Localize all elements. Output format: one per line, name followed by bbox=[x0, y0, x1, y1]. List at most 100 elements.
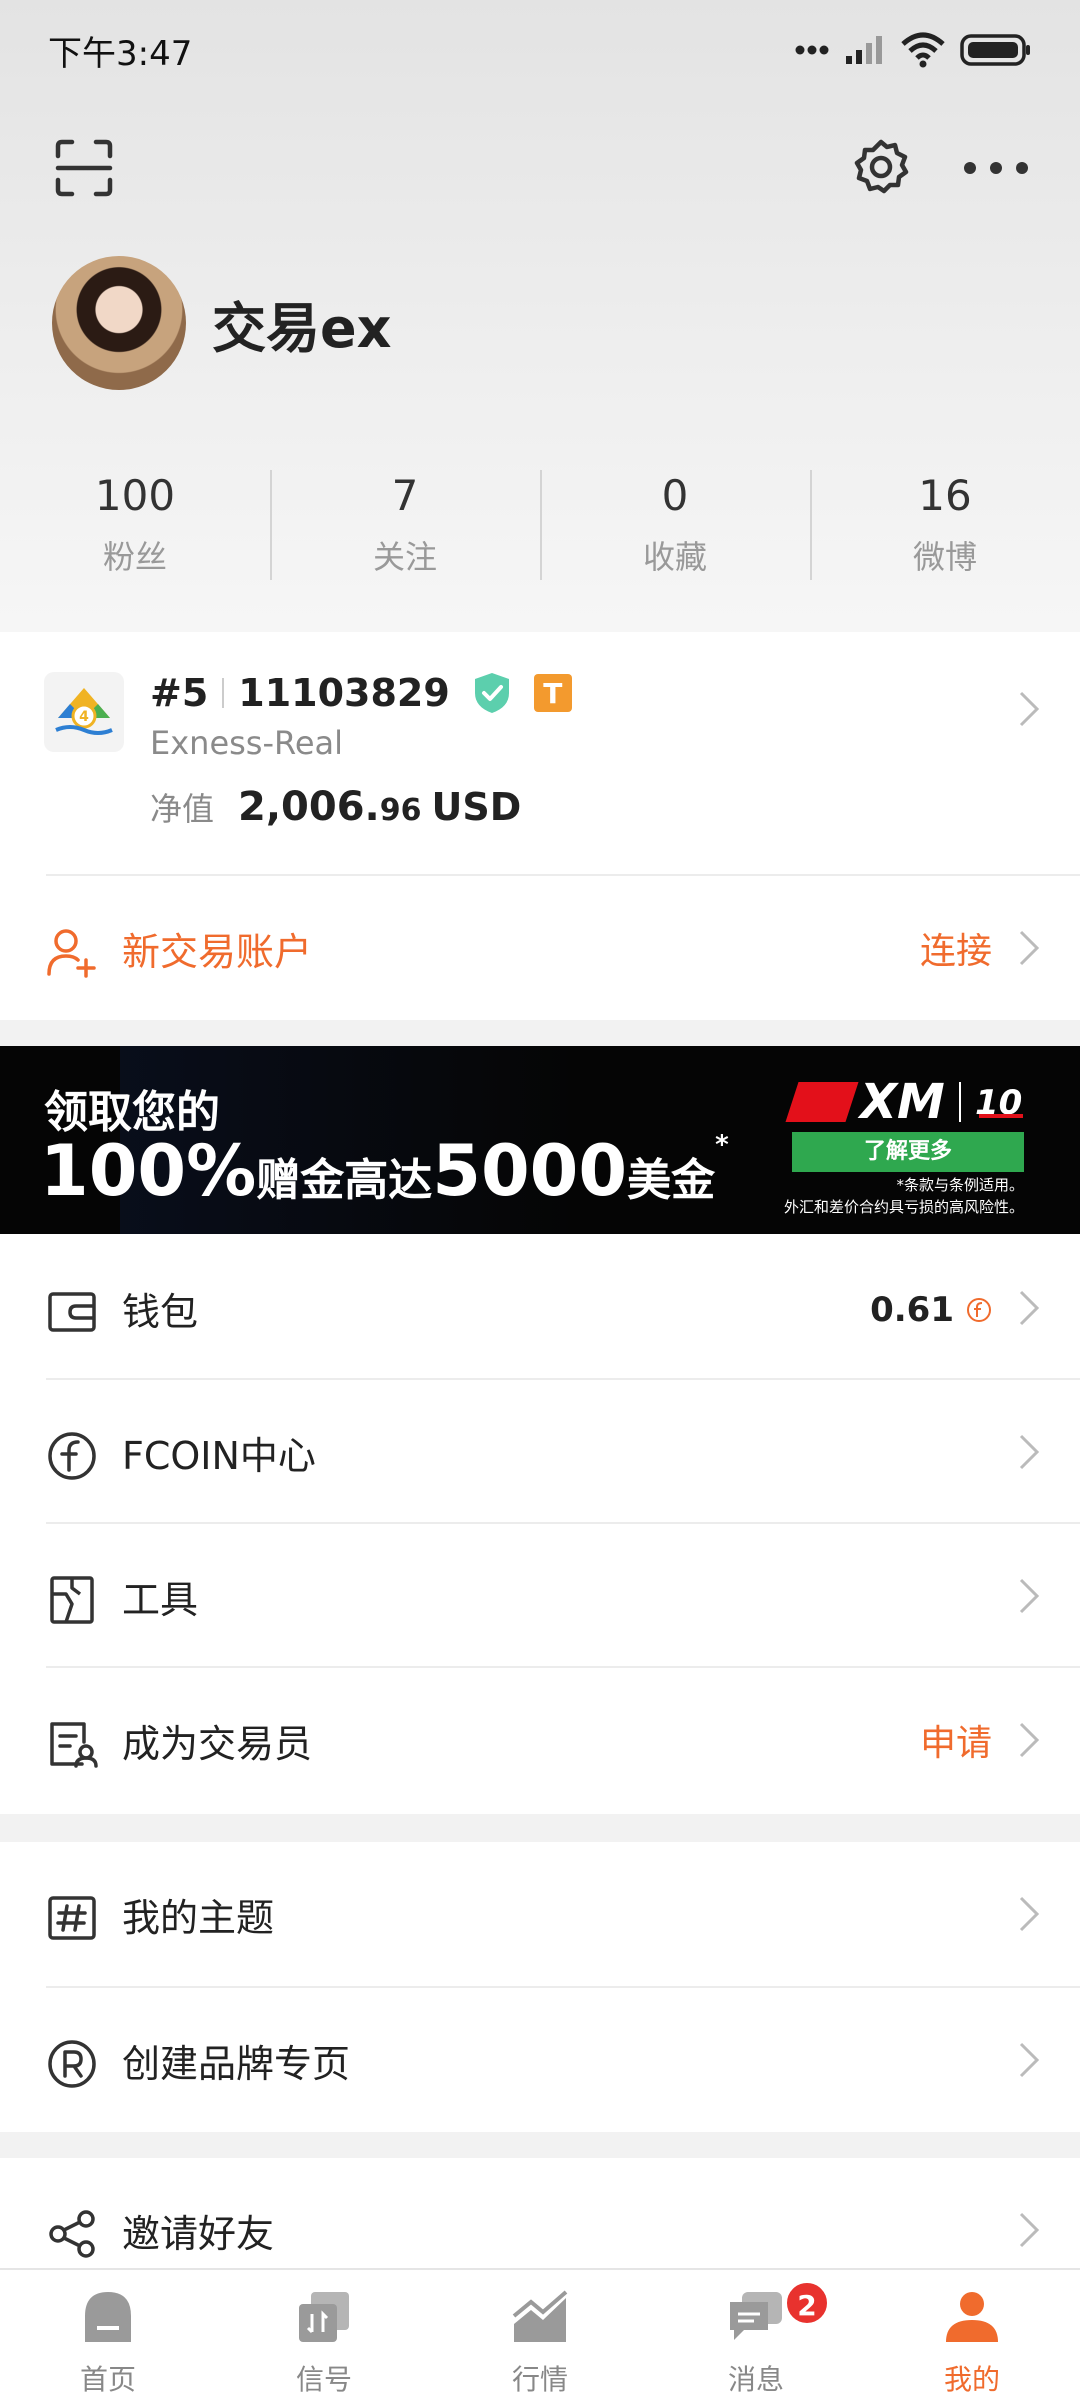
account-summary[interactable]: 4 #5 11103829 T Exness-Real 净值 2,006. 96… bbox=[0, 632, 1080, 876]
stat-label: 微博 bbox=[912, 538, 977, 576]
hashtag-icon bbox=[48, 1896, 96, 1940]
fcoin-icon bbox=[967, 1298, 991, 1322]
xm-logo: XM 10 bbox=[785, 1074, 1027, 1130]
tools-label: 工具 bbox=[122, 1577, 199, 1622]
unread-badge: 2 bbox=[784, 2280, 830, 2326]
market-chart-icon bbox=[512, 2290, 568, 2342]
wallet-balance: 0.61 bbox=[870, 1290, 992, 1330]
messages-icon bbox=[730, 2292, 782, 2340]
become-trader-label: 成为交易员 bbox=[122, 1721, 313, 1766]
wallet-label: 钱包 bbox=[122, 1289, 199, 1334]
stat-following[interactable]: 7 关注 bbox=[270, 460, 540, 590]
account-id-line: #5 11103829 T bbox=[150, 666, 572, 720]
bottom-tab-bar: 首页 信号 行情 2 消息 我的 bbox=[0, 2268, 1080, 2400]
menu-item-fcoin[interactable]: FCOIN中心 bbox=[0, 1380, 1080, 1524]
trader-badge: T bbox=[533, 674, 572, 712]
fcoin-label: FCOIN中心 bbox=[122, 1433, 316, 1478]
settings-icon[interactable] bbox=[850, 136, 912, 198]
ad-percent: 100% bbox=[40, 1130, 257, 1212]
ad-text-end: 美金 bbox=[627, 1155, 716, 1206]
ad-asterisk: * bbox=[715, 1130, 729, 1160]
my-topics-label: 我的主题 bbox=[122, 1895, 275, 1940]
wifi-icon bbox=[901, 32, 945, 68]
fcoin-center-icon bbox=[48, 1432, 96, 1480]
tab-label: 首页 bbox=[79, 2363, 136, 2396]
chevron-right-icon bbox=[1019, 1722, 1040, 1758]
chevron-right-icon bbox=[1019, 1434, 1040, 1470]
apply-link[interactable]: 申请 bbox=[920, 1714, 992, 1766]
chevron-right-icon bbox=[1019, 1578, 1040, 1614]
share-icon bbox=[49, 2210, 95, 2258]
ad-text-mid: 赠金高达 bbox=[256, 1155, 433, 1206]
stat-value: 0 bbox=[661, 471, 689, 520]
battery-icon bbox=[960, 34, 1030, 66]
verified-shield-icon bbox=[474, 673, 509, 713]
new-account-row[interactable]: 新交易账户 连接 bbox=[0, 876, 1080, 1020]
stat-label: 粉丝 bbox=[102, 538, 167, 576]
chevron-right-icon bbox=[1019, 2212, 1040, 2248]
svg-text:4: 4 bbox=[79, 709, 89, 725]
menu-item-my-topics[interactable]: 我的主题 bbox=[0, 1842, 1080, 1986]
stat-value: 7 bbox=[391, 471, 419, 520]
wallet-icon bbox=[48, 1292, 96, 1332]
stat-label: 关注 bbox=[372, 538, 437, 576]
menu-group-main: 钱包 0.61 FCOIN中心 工具 成为交易员 申请 bbox=[0, 1234, 1080, 1814]
equity-line: 净值 2,006. 96 USD bbox=[150, 784, 521, 830]
menu-item-become-trader[interactable]: 成为交易员 申请 bbox=[0, 1668, 1080, 1812]
add-user-icon bbox=[47, 929, 96, 978]
more-icon[interactable] bbox=[960, 150, 1032, 186]
logo-divider bbox=[958, 1082, 961, 1122]
account-card: 4 #5 11103829 T Exness-Real 净值 2,006. 96… bbox=[0, 632, 1080, 1020]
stat-value: 100 bbox=[94, 471, 176, 520]
scan-icon[interactable] bbox=[52, 136, 116, 200]
more-notifications-icon bbox=[795, 45, 829, 55]
avatar[interactable] bbox=[52, 256, 186, 390]
stat-followers[interactable]: 100 粉丝 bbox=[0, 460, 270, 590]
chevron-right-icon bbox=[1019, 2042, 1040, 2078]
signals-icon bbox=[299, 2292, 349, 2342]
equity-value: 2,006. bbox=[238, 784, 380, 830]
xm-logo-mark bbox=[785, 1082, 859, 1122]
tab-me[interactable]: 我的 bbox=[864, 2270, 1080, 2400]
invite-friends-label: 邀请好友 bbox=[122, 2211, 275, 2256]
tab-home[interactable]: 首页 bbox=[0, 2270, 216, 2400]
tab-label: 信号 bbox=[295, 2363, 352, 2396]
status-icons bbox=[794, 30, 1032, 70]
new-account-label: 新交易账户 bbox=[122, 929, 313, 974]
anniversary-icon: 10 bbox=[975, 1083, 1023, 1122]
equity-label: 净值 bbox=[150, 790, 215, 828]
menu-item-tools[interactable]: 工具 bbox=[0, 1524, 1080, 1668]
tools-icon bbox=[50, 1576, 94, 1624]
ad-headline: 100% 赠金高达 5000 美金 * bbox=[40, 1130, 729, 1212]
tab-label: 行情 bbox=[511, 2363, 568, 2396]
wallet-value: 0.61 bbox=[870, 1290, 954, 1330]
menu-item-brand-page[interactable]: 创建品牌专页 bbox=[0, 1988, 1080, 2132]
ad-fine-print-1: *条款与条例适用。 bbox=[896, 1176, 1024, 1194]
xm-brand: XM bbox=[860, 1074, 945, 1130]
tab-label: 消息 bbox=[727, 2363, 784, 2396]
status-bar: 下午3:47 bbox=[0, 0, 1080, 96]
equity-currency: USD bbox=[431, 785, 522, 829]
account-server: Exness-Real bbox=[150, 724, 343, 762]
status-time: 下午3:47 bbox=[48, 34, 193, 74]
stat-posts[interactable]: 16 微博 bbox=[810, 460, 1080, 590]
ad-fine-print-2: 外汇和差价合约具亏损的高风险性。 bbox=[783, 1198, 1024, 1216]
menu-item-wallet[interactable]: 钱包 0.61 bbox=[0, 1236, 1080, 1380]
learn-more-button[interactable]: 了解更多 bbox=[792, 1132, 1024, 1172]
tab-messages[interactable]: 2 消息 bbox=[648, 2270, 864, 2400]
tab-market[interactable]: 行情 bbox=[432, 2270, 648, 2400]
chevron-right-icon bbox=[1019, 930, 1040, 966]
account-rank: #5 bbox=[150, 671, 209, 715]
connect-link[interactable]: 连接 bbox=[920, 922, 992, 974]
profile-stats: 100 粉丝 7 关注 0 收藏 16 微博 bbox=[0, 460, 1080, 590]
promo-banner[interactable]: 领取您的 100% 赠金高达 5000 美金 * XM 10 了解更多 *条款与… bbox=[0, 1046, 1080, 1234]
ad-amount: 5000 bbox=[432, 1130, 628, 1212]
account-number: 11103829 bbox=[238, 671, 450, 715]
menu-group-brand: 我的主题 创建品牌专页 bbox=[0, 1842, 1080, 2132]
mt4-logo-icon: 4 bbox=[44, 672, 124, 752]
brand-page-label: 创建品牌专页 bbox=[122, 2041, 351, 2086]
profile-header: 下午3:47 交易ex 100 粉丝 7 关注 0 收藏 16 微博 bbox=[0, 0, 1080, 632]
stat-favorites[interactable]: 0 收藏 bbox=[540, 460, 810, 590]
tab-signals[interactable]: 信号 bbox=[216, 2270, 432, 2400]
equity-decimals: 96 bbox=[379, 793, 422, 828]
